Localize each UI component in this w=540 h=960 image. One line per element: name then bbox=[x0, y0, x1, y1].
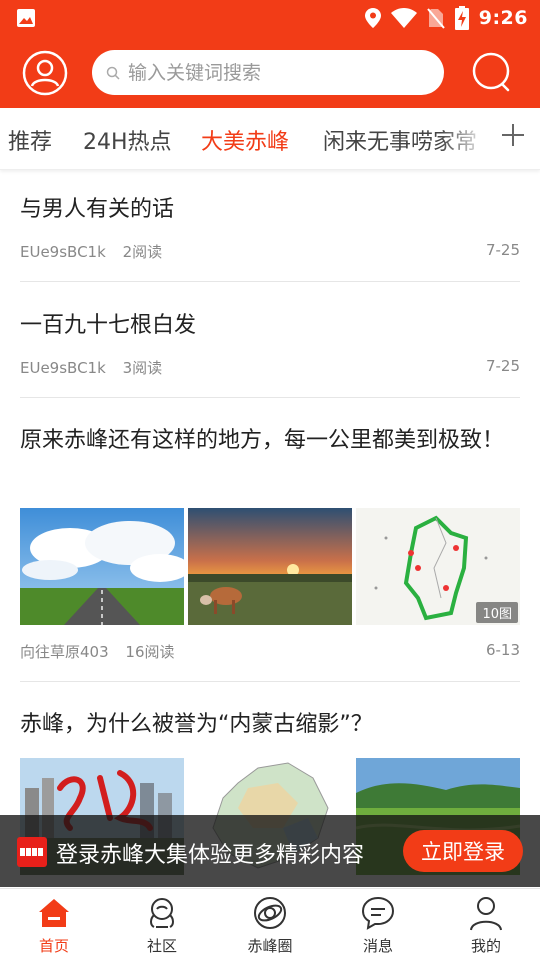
article-title[interactable]: 一百九十七根白发 bbox=[20, 308, 520, 344]
search-button-icon[interactable] bbox=[470, 50, 514, 94]
tab-recommend[interactable]: 推荐 bbox=[8, 124, 52, 156]
article-title[interactable]: 赤峰，为什么被誉为“内蒙古缩影”？ bbox=[20, 707, 520, 743]
article-meta: EUe9sBC1k 2阅读 bbox=[20, 241, 174, 262]
login-now-button[interactable]: 立即登录 bbox=[403, 830, 523, 872]
article-author: 向往草原403 bbox=[20, 643, 109, 661]
home-icon bbox=[39, 899, 69, 927]
nav-community[interactable]: 社区 bbox=[108, 889, 216, 960]
article-title[interactable]: 与男人有关的话 bbox=[20, 192, 520, 228]
nav-home[interactable]: 首页 bbox=[0, 889, 108, 960]
tab-chifeng-beauty[interactable]: 大美赤峰 bbox=[201, 124, 289, 156]
channel-tabs: 推荐 24H热点 大美赤峰 闲来无事唠家常 bbox=[0, 108, 540, 170]
nav-chifeng-circle[interactable]: 赤峰圈 bbox=[216, 889, 324, 960]
gallery-notification-icon bbox=[17, 9, 35, 27]
divider bbox=[20, 681, 520, 682]
article-reads: 3阅读 bbox=[122, 359, 163, 377]
article-author: EUe9sBC1k bbox=[20, 359, 106, 377]
article-date: 7-25 bbox=[485, 357, 520, 375]
nav-label: 赤峰圈 bbox=[247, 937, 293, 955]
article-reads: 2阅读 bbox=[122, 243, 163, 261]
add-channel-icon[interactable] bbox=[500, 122, 526, 148]
clock-time: 9:26 bbox=[478, 7, 528, 29]
tab-fade bbox=[440, 108, 500, 169]
nav-label: 消息 bbox=[362, 937, 393, 955]
app-header bbox=[0, 36, 540, 108]
thumbnail-road-sky[interactable] bbox=[20, 508, 184, 625]
article-meta: 向往草原403 16阅读 bbox=[20, 641, 187, 662]
wifi-icon bbox=[390, 8, 417, 28]
app-screen: 9:26 推荐 24H热点 大美赤峰 闲来无事唠家常 bbox=[0, 0, 540, 960]
message-icon bbox=[361, 896, 395, 930]
no-sim-icon bbox=[426, 8, 445, 29]
divider bbox=[20, 281, 520, 282]
user-icon bbox=[470, 897, 502, 931]
nav-label: 我的 bbox=[470, 937, 501, 955]
battery-charging-icon bbox=[454, 6, 469, 30]
tab-24h-hot[interactable]: 24H热点 bbox=[83, 124, 172, 156]
thumbnail-sunset-cow[interactable] bbox=[188, 508, 352, 625]
article-author: EUe9sBC1k bbox=[20, 243, 106, 261]
search-icon bbox=[106, 66, 120, 80]
nav-label: 首页 bbox=[38, 937, 69, 955]
article-date: 7-25 bbox=[485, 241, 520, 259]
login-prompt-text: 登录赤峰大集体验更多精彩内容 bbox=[56, 843, 365, 868]
user-profile-icon[interactable] bbox=[22, 50, 68, 96]
circle-planet-icon bbox=[254, 897, 286, 929]
divider bbox=[20, 397, 520, 398]
nav-label: 社区 bbox=[146, 937, 177, 955]
article-title[interactable]: 原来赤峰还有这样的地方，每一公里都美到极致！ bbox=[20, 423, 520, 459]
image-count-badge: 10图 bbox=[476, 602, 518, 623]
status-bar: 9:26 bbox=[0, 0, 540, 36]
article-reads: 16阅读 bbox=[125, 643, 175, 661]
article-meta: EUe9sBC1k 3阅读 bbox=[20, 357, 174, 378]
nav-mine[interactable]: 我的 bbox=[432, 889, 540, 960]
app-logo bbox=[17, 837, 47, 867]
location-icon bbox=[364, 8, 381, 28]
search-input[interactable] bbox=[128, 61, 428, 84]
logo-wordmark bbox=[20, 848, 43, 856]
search-bar[interactable] bbox=[92, 50, 444, 95]
community-icon bbox=[150, 898, 174, 928]
nav-messages[interactable]: 消息 bbox=[324, 889, 432, 960]
login-prompt-banner: 登录赤峰大集体验更多精彩内容 立即登录 bbox=[0, 815, 540, 887]
bottom-navigation: 首页 社区 赤峰圈 消息 我的 bbox=[0, 888, 540, 960]
image-count-overlay: 10图 bbox=[356, 508, 520, 625]
article-date: 6-13 bbox=[485, 641, 520, 659]
